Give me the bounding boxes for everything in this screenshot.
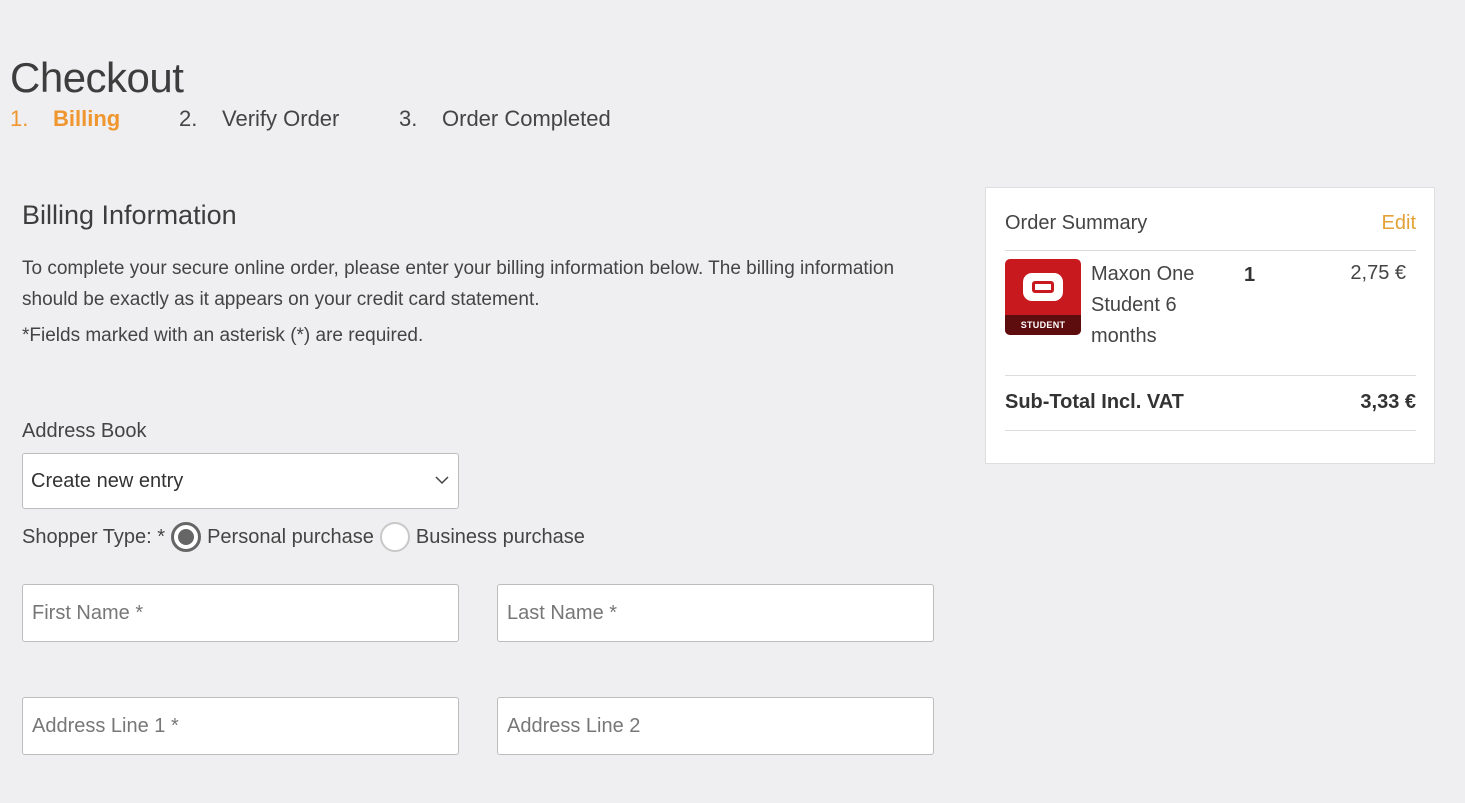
maxon-logo-icon: [1023, 273, 1063, 301]
step-number: 3.: [399, 106, 418, 131]
step-billing: 1. Billing: [10, 106, 179, 132]
billing-title: Billing Information: [22, 200, 237, 230]
personal-purchase-label[interactable]: Personal purchase: [207, 526, 374, 549]
billing-section: Billing Information To complete your sec…: [22, 200, 937, 347]
address-book-select[interactable]: Create new entry: [22, 453, 459, 509]
step-label: Order Completed: [442, 106, 611, 131]
required-note: *Fields marked with an asterisk (*) are …: [22, 325, 424, 346]
subtotal-label: Sub-Total Incl. VAT: [1005, 391, 1184, 413]
step-label: Verify Order: [222, 106, 340, 131]
step-number: 2.: [179, 106, 198, 131]
page-title: Checkout: [10, 54, 184, 101]
subtotal-row: Sub-Total Incl. VAT 3,33 €: [1005, 391, 1416, 414]
order-summary-header: Order Summary Edit: [1005, 212, 1416, 235]
personal-purchase-radio[interactable]: [171, 522, 202, 552]
divider: [1005, 250, 1416, 251]
step-number: 1.: [10, 106, 29, 131]
product-name: Maxon One Student 6 months: [1091, 263, 1195, 347]
divider: [1005, 375, 1416, 376]
order-summary: Order Summary Edit STUDENT Maxon One Stu…: [985, 187, 1435, 464]
edit-link[interactable]: Edit: [1382, 212, 1416, 235]
step-verify-order: 2. Verify Order: [179, 106, 399, 132]
address-line-2-input[interactable]: [497, 697, 934, 755]
chevron-down-icon: [435, 476, 449, 485]
product-price: 2,75 €: [1350, 262, 1406, 284]
shopper-type: Shopper Type: * Personal purchase Busine…: [22, 521, 585, 553]
subtotal-value: 3,33 €: [1360, 391, 1416, 413]
student-badge: STUDENT: [1005, 315, 1081, 335]
address-book-label: Address Book: [22, 420, 147, 442]
radio-dot: [178, 529, 195, 545]
billing-intro: To complete your secure online order, pl…: [22, 258, 895, 310]
checkout-steps: 1. Billing 2. Verify Order 3. Order Comp…: [10, 106, 611, 132]
business-purchase-radio[interactable]: [379, 522, 410, 552]
checkout-page: Checkout 1. Billing 2. Verify Order 3. O…: [0, 0, 1465, 803]
order-summary-title: Order Summary: [1005, 212, 1148, 234]
last-name-input[interactable]: [497, 584, 934, 642]
product-quantity: 1: [1244, 264, 1256, 286]
divider: [1005, 430, 1416, 431]
address-line-1-input[interactable]: [22, 697, 459, 755]
product-image: STUDENT: [1005, 259, 1081, 335]
shopper-type-label: Shopper Type: *: [22, 525, 166, 548]
step-label: Billing: [53, 106, 121, 131]
step-order-completed: 3. Order Completed: [399, 106, 611, 132]
address-book-selected: Create new entry: [31, 469, 184, 492]
business-purchase-label[interactable]: Business purchase: [416, 526, 585, 549]
first-name-input[interactable]: [22, 584, 459, 642]
